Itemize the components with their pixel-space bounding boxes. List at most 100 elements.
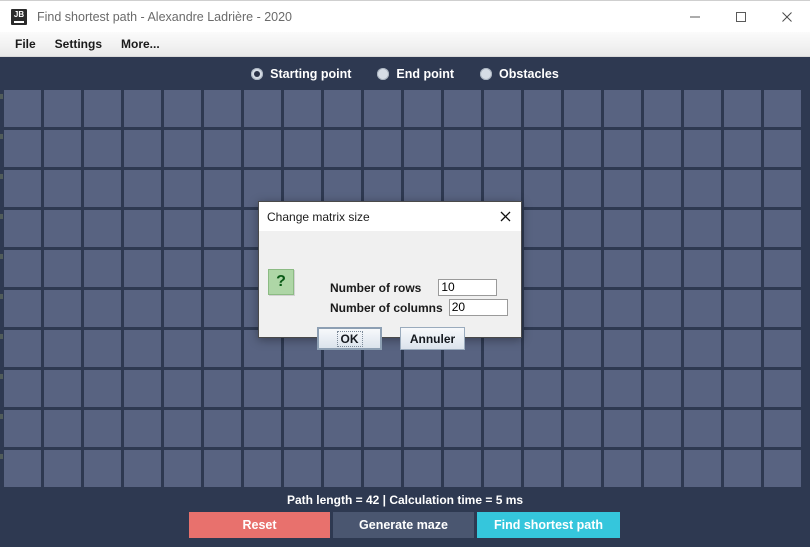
grid-cell[interactable] [604, 210, 644, 250]
minimize-icon[interactable] [672, 1, 718, 32]
grid-cell[interactable] [644, 210, 684, 250]
grid-cell[interactable] [44, 250, 84, 290]
grid-cell[interactable] [164, 330, 204, 370]
grid-cell[interactable] [324, 370, 364, 410]
grid-cell[interactable] [764, 450, 804, 490]
grid-cell[interactable] [604, 130, 644, 170]
grid-cell[interactable] [204, 250, 244, 290]
generate-maze-button[interactable]: Generate maze [333, 512, 474, 538]
grid-cell[interactable] [164, 90, 204, 130]
grid-cell[interactable] [684, 210, 724, 250]
grid-cell[interactable] [564, 130, 604, 170]
grid-cell[interactable] [84, 170, 124, 210]
grid-cell[interactable] [524, 290, 564, 330]
grid-cell[interactable] [644, 290, 684, 330]
grid-cell[interactable] [244, 450, 284, 490]
grid-cell[interactable] [204, 290, 244, 330]
grid-cell[interactable] [84, 210, 124, 250]
grid-cell[interactable] [364, 90, 404, 130]
grid-cell[interactable] [84, 330, 124, 370]
grid-cell[interactable] [44, 130, 84, 170]
radio-icon-end-point[interactable] [377, 68, 390, 80]
grid-cell[interactable] [204, 130, 244, 170]
grid-cell[interactable] [244, 410, 284, 450]
grid-cell[interactable] [4, 330, 44, 370]
grid-cell[interactable] [564, 210, 604, 250]
grid-cell[interactable] [444, 410, 484, 450]
input-number-of-columns[interactable]: 20 [448, 299, 508, 316]
grid-cell[interactable] [84, 130, 124, 170]
grid-cell[interactable] [244, 370, 284, 410]
grid-cell[interactable] [4, 450, 44, 490]
grid-cell[interactable] [324, 450, 364, 490]
grid-cell[interactable] [164, 130, 204, 170]
grid-cell[interactable] [484, 130, 524, 170]
grid-cell[interactable] [684, 250, 724, 290]
grid-cell[interactable] [364, 450, 404, 490]
grid-cell[interactable] [164, 450, 204, 490]
grid-cell[interactable] [4, 290, 44, 330]
grid-cell[interactable] [84, 450, 124, 490]
grid-cell[interactable] [724, 330, 764, 370]
grid-cell[interactable] [564, 370, 604, 410]
grid-cell[interactable] [524, 170, 564, 210]
grid-cell[interactable] [524, 330, 564, 370]
grid-cell[interactable] [4, 370, 44, 410]
grid-cell[interactable] [644, 450, 684, 490]
grid-cell[interactable] [604, 250, 644, 290]
grid-cell[interactable] [204, 450, 244, 490]
grid-cell[interactable] [164, 210, 204, 250]
grid-cell[interactable] [684, 170, 724, 210]
grid-cell[interactable] [124, 450, 164, 490]
close-icon[interactable] [764, 1, 810, 32]
cancel-button[interactable]: Annuler [400, 327, 465, 350]
grid-cell[interactable] [604, 90, 644, 130]
grid-cell[interactable] [564, 90, 604, 130]
grid-cell[interactable] [44, 210, 84, 250]
grid-cell[interactable] [684, 450, 724, 490]
grid-cell[interactable] [764, 210, 804, 250]
grid-cell[interactable] [684, 330, 724, 370]
grid-cell[interactable] [484, 370, 524, 410]
grid-cell[interactable] [764, 410, 804, 450]
grid-cell[interactable] [684, 290, 724, 330]
grid-cell[interactable] [284, 370, 324, 410]
grid-cell[interactable] [644, 170, 684, 210]
grid-cell[interactable] [644, 410, 684, 450]
grid-cell[interactable] [4, 170, 44, 210]
grid-cell[interactable] [604, 370, 644, 410]
grid-cell[interactable] [124, 370, 164, 410]
grid-cell[interactable] [124, 130, 164, 170]
grid-cell[interactable] [724, 290, 764, 330]
reset-button[interactable]: Reset [189, 512, 330, 538]
grid-cell[interactable] [524, 250, 564, 290]
grid-cell[interactable] [324, 130, 364, 170]
grid-cell[interactable] [444, 370, 484, 410]
grid-cell[interactable] [84, 290, 124, 330]
radio-icon-starting-point[interactable] [251, 68, 264, 80]
grid-cell[interactable] [44, 170, 84, 210]
grid-cell[interactable] [604, 170, 644, 210]
grid-cell[interactable] [484, 410, 524, 450]
grid-cell[interactable] [604, 330, 644, 370]
grid-cell[interactable] [724, 90, 764, 130]
grid-cell[interactable] [644, 330, 684, 370]
grid-cell[interactable] [124, 90, 164, 130]
grid-cell[interactable] [364, 410, 404, 450]
grid-cell[interactable] [444, 130, 484, 170]
menu-item-more[interactable]: More... [113, 34, 168, 54]
radio-icon-obstacles[interactable] [480, 68, 493, 80]
grid-cell[interactable] [204, 370, 244, 410]
grid-cell[interactable] [564, 410, 604, 450]
grid-cell[interactable] [764, 170, 804, 210]
grid-cell[interactable] [284, 450, 324, 490]
grid-cell[interactable] [44, 450, 84, 490]
grid-cell[interactable] [4, 210, 44, 250]
grid-cell[interactable] [124, 410, 164, 450]
grid-cell[interactable] [724, 210, 764, 250]
grid-cell[interactable] [204, 170, 244, 210]
grid-cell[interactable] [4, 130, 44, 170]
grid-cell[interactable] [44, 370, 84, 410]
grid-cell[interactable] [44, 330, 84, 370]
grid-cell[interactable] [724, 450, 764, 490]
